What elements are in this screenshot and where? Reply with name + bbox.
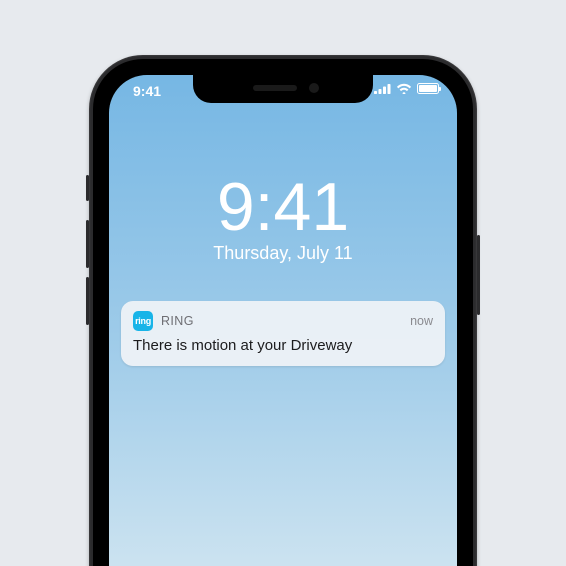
cellular-signal-icon (374, 83, 391, 94)
lock-screen[interactable]: 9:41 9:41 Thursday, July 11 (109, 75, 457, 566)
stage: 9:41 9:41 Thursday, July 11 (0, 0, 566, 566)
notch (193, 75, 373, 103)
volume-up-button[interactable] (86, 220, 89, 268)
lock-time: 9:41 (109, 173, 457, 241)
wifi-icon (396, 83, 412, 94)
notification-app-name: RING (161, 314, 194, 328)
ring-app-icon: ring (133, 311, 153, 331)
phone-bezel: 9:41 9:41 Thursday, July 11 (93, 59, 473, 566)
volume-down-button[interactable] (86, 277, 89, 325)
notification-card[interactable]: ring RING now There is motion at your Dr… (121, 301, 445, 366)
notification-body: There is motion at your Driveway (133, 337, 433, 354)
status-indicators (374, 83, 439, 94)
status-time: 9:41 (133, 83, 161, 99)
battery-icon (417, 83, 439, 94)
power-button[interactable] (477, 235, 480, 315)
notification-timestamp: now (410, 314, 433, 328)
lock-clock: 9:41 Thursday, July 11 (109, 173, 457, 264)
notification-header: ring RING now (133, 311, 433, 331)
phone-frame: 9:41 9:41 Thursday, July 11 (89, 55, 477, 566)
lock-date: Thursday, July 11 (109, 243, 457, 264)
mute-switch[interactable] (86, 175, 89, 201)
